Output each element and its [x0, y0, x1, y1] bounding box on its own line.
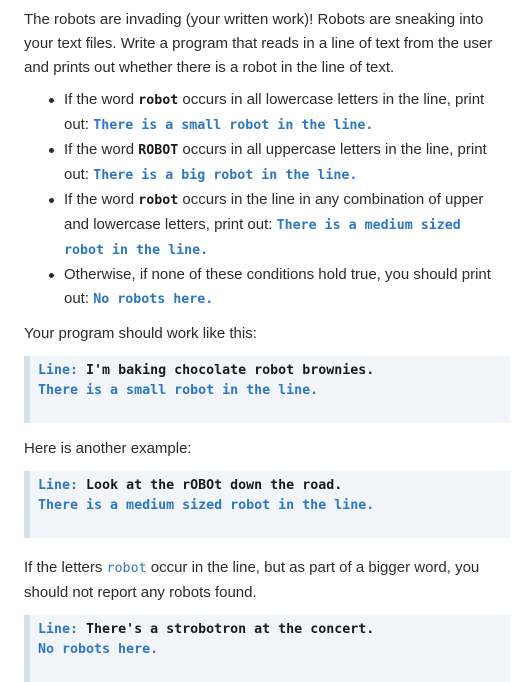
- rule-text: If the word: [64, 91, 139, 108]
- rule-keyword: ROBOT: [138, 143, 179, 158]
- intro-paragraph: The robots are invading (your written wo…: [24, 11, 493, 76]
- note-paragraph: If the letters robot occur in the line, …: [24, 556, 504, 605]
- code-input-line: Line: I'm baking chocolate robot brownie…: [38, 361, 502, 381]
- rule-item: If the word robot occurs in the line in …: [49, 188, 504, 263]
- example-code-block: Line: Look at the rOBOt down the road. T…: [24, 471, 510, 538]
- note-text: If the letters: [24, 559, 107, 576]
- code-prompt: Line:: [38, 478, 87, 493]
- code-user-input: Look at the rOBOt down the road.: [86, 478, 343, 493]
- rule-output: No robots here.: [93, 292, 214, 307]
- rule-item: If the word ROBOT occurs in all uppercas…: [49, 138, 504, 188]
- example-code-block: Line: I'm baking chocolate robot brownie…: [24, 356, 510, 423]
- code-prompt: Line:: [38, 622, 87, 637]
- example-code-block: Line: There's a strobotron at the concer…: [24, 615, 510, 682]
- code-response-line: There is a small robot in the line.: [38, 383, 319, 398]
- rule-output: There is a small robot in the line.: [93, 118, 374, 133]
- rule-keyword: robot: [138, 93, 179, 108]
- note-keyword: robot: [106, 561, 147, 576]
- rule-output: There is a big robot in the line.: [93, 168, 358, 183]
- rules-list: If the word robot occurs in all lowercas…: [24, 88, 504, 312]
- code-input-line: Line: Look at the rOBOt down the road.: [38, 476, 502, 496]
- rule-text: If the word: [64, 191, 139, 208]
- code-prompt: Line:: [38, 363, 87, 378]
- code-user-input: I'm baking chocolate robot brownies.: [86, 363, 375, 378]
- code-response-line: There is a medium sized robot in the lin…: [38, 498, 375, 513]
- problem-description: The robots are invading (your written wo…: [0, 0, 528, 682]
- code-input-line: Line: There's a strobotron at the concer…: [38, 620, 502, 640]
- example-label: Your program should work like this:: [24, 325, 257, 342]
- rule-text: If the word: [64, 141, 139, 158]
- rule-keyword: robot: [138, 193, 179, 208]
- rule-item: If the word robot occurs in all lowercas…: [49, 88, 504, 138]
- code-response-line: No robots here.: [38, 642, 159, 657]
- code-user-input: There's a strobotron at the concert.: [86, 622, 375, 637]
- rule-item: Otherwise, if none of these conditions h…: [49, 263, 504, 312]
- example-label: Here is another example:: [24, 440, 192, 457]
